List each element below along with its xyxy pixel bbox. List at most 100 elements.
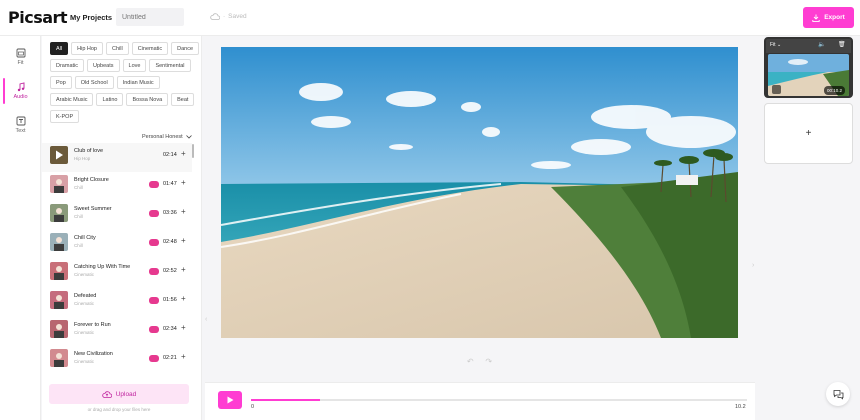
rail-item-fit[interactable]: Fit <box>0 40 41 74</box>
genre-chip[interactable]: All <box>50 42 69 55</box>
volume-icon[interactable]: 🔈 <box>818 41 825 48</box>
preview-badge-icon[interactable] <box>149 355 159 362</box>
genre-chip[interactable]: Chill <box>106 42 129 55</box>
preview-badge-icon[interactable] <box>149 210 159 217</box>
track-genre: Chill <box>74 185 83 190</box>
track-name: Sweet Summer <box>74 206 112 212</box>
track-list-scrollbar[interactable] <box>192 144 194 158</box>
preview-badge-icon[interactable] <box>149 239 159 246</box>
undo-redo-group: ↶ ↷ <box>461 351 498 371</box>
genre-chip[interactable]: Love <box>122 59 147 72</box>
top-bar: Picsart My Projects · Saved Export <box>0 0 860 36</box>
track-name: Club of love <box>74 148 104 154</box>
upload-button[interactable]: Upload <box>49 384 189 404</box>
scene-fit-dropdown[interactable]: Fit ⌄ <box>770 42 781 48</box>
track-row[interactable]: Club of love Hip Hop 02:14 + <box>42 143 192 172</box>
track-duration: 02:52 <box>163 268 177 274</box>
track-row[interactable]: New Civilization Cinematic 02:21 + <box>42 346 192 375</box>
timeline: 0 10.2 <box>205 382 755 420</box>
save-status: · Saved <box>210 13 247 20</box>
track-row[interactable]: Catching Up With Time Cinematic 02:52 + <box>42 259 192 288</box>
sort-dropdown[interactable]: Personal Honest <box>142 134 192 140</box>
rail-item-audio[interactable]: Audio <box>0 74 41 108</box>
track-thumbnail <box>50 349 68 367</box>
add-track-icon[interactable]: + <box>181 178 186 187</box>
track-genre: Cinematic <box>74 359 95 364</box>
picsart-logo[interactable]: Picsart <box>8 8 68 27</box>
collapse-panel-chevron-icon[interactable]: ‹ <box>205 316 207 323</box>
track-row[interactable]: Defeated Cinematic 01:56 + <box>42 288 192 317</box>
export-label: Export <box>824 14 845 21</box>
preview-badge-icon[interactable] <box>149 268 159 275</box>
track-name: New Civilization <box>74 351 113 357</box>
project-title-input[interactable] <box>116 8 184 26</box>
track-thumbnail <box>50 320 68 338</box>
add-track-icon[interactable]: + <box>181 294 186 303</box>
my-projects-link[interactable]: My Projects <box>70 13 112 22</box>
undo-icon[interactable]: ↶ <box>467 357 474 366</box>
genre-chip[interactable]: Upbeats <box>87 59 120 72</box>
layers-icon[interactable] <box>772 85 781 94</box>
genre-chip[interactable]: Cinematic <box>131 42 169 55</box>
timeline-start-label: 0 <box>251 404 255 410</box>
video-preview[interactable] <box>221 47 738 338</box>
genre-filters: All Hip Hop Chill Cinematic Dance Dramatic Upb… <box>50 42 200 123</box>
track-thumbnail <box>50 262 68 280</box>
add-track-icon[interactable]: + <box>181 149 186 158</box>
genre-chip[interactable]: Pop <box>50 76 72 89</box>
sort-label: Personal Honest <box>142 134 183 140</box>
track-row[interactable]: Chill City Chill 02:48 + <box>42 230 192 259</box>
play-button[interactable] <box>218 391 242 409</box>
genre-chip[interactable]: Beat <box>171 93 195 106</box>
track-genre: Cinematic <box>74 272 95 277</box>
rail-label-fit: Fit <box>17 60 24 66</box>
track-duration: 03:36 <box>163 210 177 216</box>
help-chat-button[interactable] <box>826 382 850 406</box>
add-scene-button[interactable]: + <box>764 103 853 164</box>
scene-duration: 00:10.2 <box>824 86 846 95</box>
beach-video-frame <box>221 47 738 338</box>
track-duration: 02:14 <box>163 152 177 158</box>
track-row[interactable]: Forever to Run Cinematic 02:34 + <box>42 317 192 346</box>
trash-icon[interactable]: 🗑 <box>838 41 846 48</box>
timeline-scrubber[interactable] <box>251 399 747 401</box>
redo-icon[interactable]: ↷ <box>485 357 492 366</box>
audio-panel: All Hip Hop Chill Cinematic Dance Dramatic Upb… <box>42 36 202 420</box>
scene-card[interactable]: Fit ⌄ 🔈 🗑 00:10.2 <box>764 37 853 98</box>
expand-right-chevron-icon[interactable]: › <box>752 262 754 269</box>
add-track-icon[interactable]: + <box>181 265 186 274</box>
text-icon <box>16 116 25 126</box>
genre-chip[interactable]: Latino <box>96 93 124 106</box>
genre-chip[interactable]: Dramatic <box>50 59 85 72</box>
add-track-icon[interactable]: + <box>181 352 186 361</box>
add-track-icon[interactable]: + <box>181 323 186 332</box>
upload-label: Upload <box>115 390 137 398</box>
track-row[interactable]: Sweet Summer Chill 03:36 + <box>42 201 192 230</box>
genre-chip[interactable]: Old School <box>74 76 114 89</box>
rail-label-text: Text <box>15 128 26 134</box>
export-button[interactable]: Export <box>803 7 854 28</box>
rail-item-text[interactable]: Text <box>0 108 41 142</box>
cloud-icon <box>210 13 220 20</box>
preview-badge-icon[interactable] <box>149 326 159 333</box>
preview-badge-icon[interactable] <box>149 297 159 304</box>
track-name: Forever to Run <box>74 322 111 328</box>
timeline-end-label: 10.2 <box>735 404 746 410</box>
genre-chip[interactable]: Dance <box>171 42 200 55</box>
genre-chip[interactable]: K-POP <box>50 110 80 123</box>
upload-hint: or drag and drop your files here <box>87 407 151 412</box>
track-genre: Cinematic <box>74 301 95 306</box>
add-track-icon[interactable]: + <box>181 207 186 216</box>
genre-chip[interactable]: Arabic Music <box>50 93 94 106</box>
track-name: Bright Closure <box>74 177 109 183</box>
scene-toolbar: Fit ⌄ 🔈 🗑 <box>766 39 851 53</box>
genre-chip[interactable]: Hip Hop <box>71 42 103 55</box>
track-genre: Chill <box>74 243 83 248</box>
add-track-icon[interactable]: + <box>181 236 186 245</box>
track-genre: Hip Hop <box>74 156 91 161</box>
genre-chip[interactable]: Indian Music <box>116 76 160 89</box>
preview-badge-icon[interactable] <box>149 181 159 188</box>
genre-chip[interactable]: Sentimental <box>149 59 191 72</box>
genre-chip[interactable]: Bossa Nova <box>126 93 169 106</box>
track-row[interactable]: Bright Closure Chill 01:47 + <box>42 172 192 201</box>
